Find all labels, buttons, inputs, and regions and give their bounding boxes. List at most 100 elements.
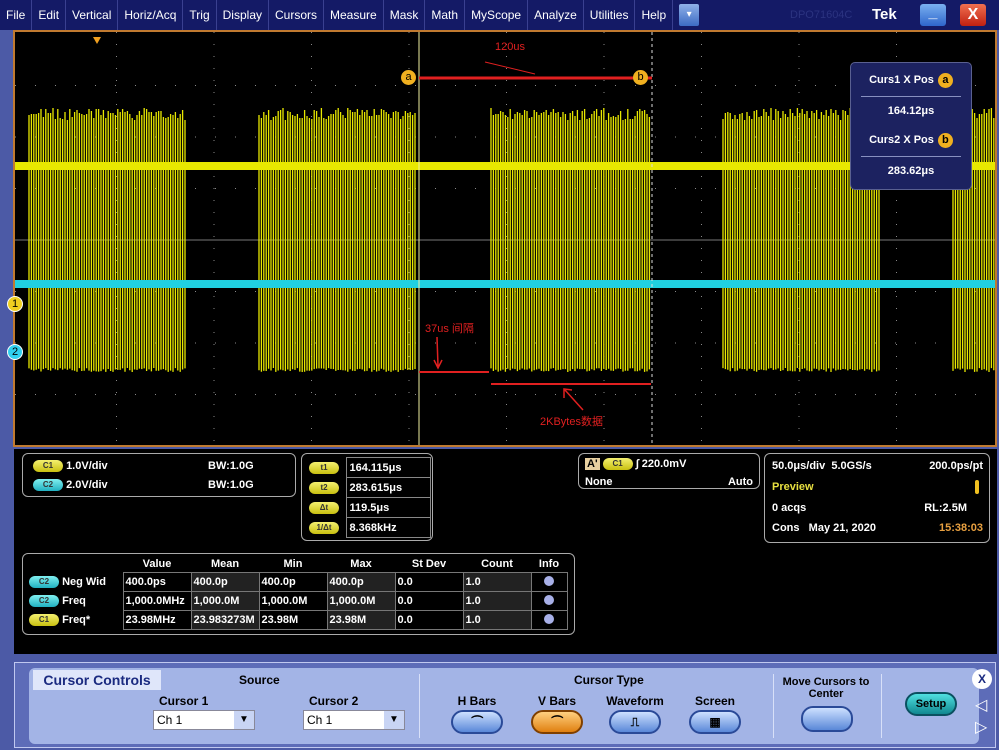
- menu-analyze[interactable]: Analyze: [528, 0, 584, 30]
- cursor-a-icon: a: [938, 73, 953, 88]
- scroll-left-icon[interactable]: ◁: [975, 695, 987, 715]
- acq-state: Preview: [772, 481, 814, 493]
- meas-source-badge: C2: [29, 576, 59, 588]
- ch2-bw-label: BW: [208, 479, 226, 491]
- panel-close-button[interactable]: X: [972, 669, 992, 689]
- scroll-right-icon[interactable]: ▷: [975, 717, 987, 737]
- cursor1-source-select[interactable]: Ch 1 ▼: [153, 710, 255, 730]
- menu-mask[interactable]: Mask: [384, 0, 426, 30]
- ch1-marker[interactable]: 1: [7, 296, 23, 312]
- ch2-bw: 1.0G: [230, 479, 254, 491]
- meas-cell: 400.0p: [191, 573, 259, 592]
- menu-display[interactable]: Display: [217, 0, 269, 30]
- trigger-level: 220.0mV: [642, 458, 687, 470]
- menu-file[interactable]: File: [0, 0, 32, 30]
- meas-source-badge: C2: [29, 595, 59, 607]
- ch1-bw: 1.0G: [230, 460, 254, 472]
- measurement-row[interactable]: C2 Freq 1,000.0MHz 1,000.0M 1,000.0M 1,000.0…: [27, 592, 567, 611]
- cursor-type-waveform-button[interactable]: ⎍: [609, 710, 661, 734]
- screen-icon: ▦: [709, 715, 720, 729]
- ch2-badge[interactable]: C2: [33, 479, 63, 491]
- source-label: Source: [239, 673, 280, 687]
- divider: [881, 674, 882, 738]
- menu-help[interactable]: Help: [635, 0, 673, 30]
- cursor-value: 8.368kHz: [346, 518, 430, 538]
- cursor-type-v-bars-button[interactable]: ⏜: [531, 710, 583, 734]
- menu-vertical[interactable]: Vertical: [66, 0, 118, 30]
- trigger-a-badge: A': [585, 458, 600, 470]
- instrument-model: DPO71604C: [790, 9, 852, 21]
- meas-cell: 1,000.0MHz: [123, 592, 191, 611]
- cursor-type-label: Waveform: [605, 694, 665, 708]
- measurements-panel[interactable]: Value Mean Min Max St Dev Count Info C2 Neg Wid…: [22, 553, 575, 635]
- menu-math[interactable]: Math: [425, 0, 465, 30]
- trigger-panel[interactable]: A' C1 ∫ 220.0mV None Auto: [578, 453, 760, 489]
- meas-cell: 23.98M: [259, 611, 327, 630]
- menu-utilities[interactable]: Utilities: [584, 0, 636, 30]
- acq-count: 0 acqs: [772, 502, 806, 514]
- setup-button[interactable]: Setup: [905, 692, 957, 716]
- rising-edge-icon: ∫: [636, 458, 639, 470]
- cursor-row: 1/Δt 8.368kHz: [306, 518, 430, 538]
- cursor-type-h-bars-button[interactable]: ⏜: [451, 710, 503, 734]
- minimize-button[interactable]: _: [920, 4, 946, 26]
- info-icon[interactable]: [544, 595, 554, 605]
- ch2-trace: [15, 280, 995, 288]
- ch1-badge[interactable]: C1: [33, 460, 63, 472]
- waveform-icon: ⎍: [631, 715, 639, 729]
- meas-cell: 1,000.0M: [327, 592, 395, 611]
- cursor-type-label: Screen: [685, 694, 745, 708]
- move-cursors-center-button[interactable]: [801, 706, 853, 732]
- menu-myscope[interactable]: MyScope: [465, 0, 528, 30]
- meas-cell: 400.0ps: [123, 573, 191, 592]
- meas-header: Info: [531, 556, 567, 573]
- meas-name: Freq*: [62, 614, 90, 626]
- ch1-bw-label: BW: [208, 460, 226, 472]
- cursor-badge: t1: [309, 462, 339, 474]
- cursor2-source-select[interactable]: Ch 1 ▼: [303, 710, 405, 730]
- move-cursors-label: Move Cursors to Center: [781, 676, 871, 700]
- cursor-b-marker[interactable]: b: [633, 70, 648, 85]
- meas-name: Neg Wid: [62, 576, 106, 588]
- waveform-display: [15, 32, 995, 445]
- meas-cell: 400.0p: [259, 573, 327, 592]
- cursor-readout-panel: Curs1 X Pos a 164.12μs Curs2 X Pos b 283.6…: [850, 62, 972, 190]
- measurement-row[interactable]: C1 Freq* 23.98MHz 23.983273M 23.98M 23.98M 0.…: [27, 611, 567, 630]
- menu-measure[interactable]: Measure: [324, 0, 384, 30]
- vbars-icon: ⏜: [551, 715, 563, 729]
- info-icon[interactable]: [544, 614, 554, 624]
- cursor-badge: t2: [309, 482, 339, 494]
- gap-arrow: [434, 337, 442, 368]
- menu-more-button[interactable]: ▾: [679, 4, 699, 26]
- annotation-gap: 37us 间隔: [425, 320, 474, 336]
- ch1-scale: 1.0V/div: [66, 460, 108, 472]
- info-icon[interactable]: [544, 576, 554, 586]
- ch2-marker[interactable]: 2: [7, 344, 23, 360]
- dropdown-arrow-icon: ▼: [234, 711, 254, 729]
- cursor-a-marker[interactable]: a: [401, 70, 416, 85]
- cursor-value: 283.615μs: [346, 478, 430, 498]
- acquisition-panel[interactable]: 50.0μs/div 5.0GS/s 200.0ps/pt Preview 0 …: [764, 453, 990, 543]
- menu-cursors[interactable]: Cursors: [269, 0, 324, 30]
- dropdown-arrow-icon: ▼: [384, 711, 404, 729]
- menu-trig[interactable]: Trig: [183, 0, 216, 30]
- meas-header: St Dev: [395, 556, 463, 573]
- ch2-scale: 2.0V/div: [66, 479, 108, 491]
- meas-cell: 1.0: [463, 611, 531, 630]
- cursor-controls-panel: Cursor Controls Source Cursor 1 Cursor 2…: [14, 662, 996, 748]
- meas-name: Freq: [62, 595, 86, 607]
- arrow-line: [485, 62, 535, 74]
- menu-horizacq[interactable]: Horiz/Acq: [118, 0, 183, 30]
- close-button[interactable]: X: [960, 4, 986, 26]
- cursor-type-screen-button[interactable]: ▦: [689, 710, 741, 734]
- channel-panel[interactable]: C1 1.0V/div BW:1.0G C2 2.0V/div BW:1.0G: [22, 453, 296, 497]
- trigger-mode: Auto: [728, 476, 753, 488]
- cursor-values-panel[interactable]: t1 164.115μs t2 283.615μs Δt 119.5μs 1/Δt 8.368…: [301, 453, 433, 541]
- measurement-row[interactable]: C2 Neg Wid 400.0ps 400.0p 400.0p 400.0p 0.0 1.…: [27, 573, 567, 592]
- resolution: 200.0ps/pt: [929, 460, 983, 472]
- record-length: RL:2.5M: [924, 502, 967, 514]
- menu-edit[interactable]: Edit: [32, 0, 66, 30]
- cursor-badge: 1/Δt: [309, 522, 339, 534]
- cursor-row: Δt 119.5μs: [306, 498, 430, 518]
- trigger-source: C1: [603, 458, 633, 470]
